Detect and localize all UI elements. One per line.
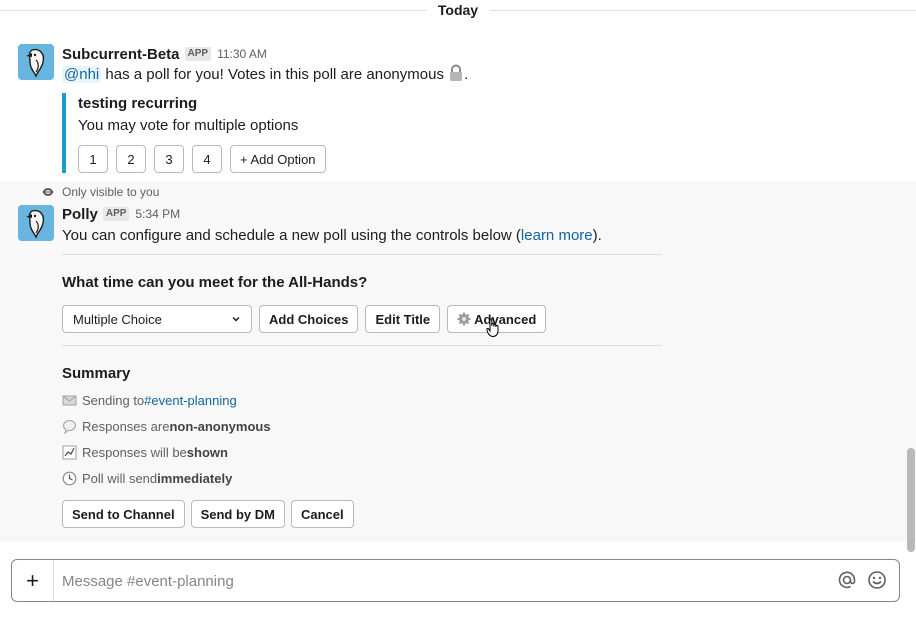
message-subcurrent-beta: Subcurrent-Beta APP 11:30 AM @nhi has a … xyxy=(0,44,916,176)
advanced-button[interactable]: Advanced xyxy=(447,305,547,333)
message-body-end: ). xyxy=(592,227,602,244)
app-badge: APP xyxy=(102,207,130,221)
summary-send-prefix: Poll will send xyxy=(82,471,158,486)
day-divider: Today xyxy=(0,0,916,22)
summary-responses-value: non-anonymous xyxy=(169,419,271,434)
eye-icon xyxy=(42,188,54,196)
speech-bubble-icon xyxy=(63,420,76,434)
cancel-button[interactable]: Cancel xyxy=(290,500,354,528)
add-option-label: + Add Option xyxy=(240,151,316,167)
message-header: Subcurrent-Beta APP 11:30 AM xyxy=(62,44,267,64)
lock-icon xyxy=(450,64,463,81)
vote-option-4-button[interactable]: 4 xyxy=(192,145,222,173)
user-mention[interactable]: @nhi xyxy=(62,66,102,83)
message-body: has a poll for you! Votes in this poll a… xyxy=(101,66,449,83)
timestamp[interactable]: 11:30 AM xyxy=(217,47,267,61)
advanced-label: Advanced xyxy=(474,311,537,327)
scrollbar[interactable] xyxy=(907,448,915,552)
poll-question: What time can you meet for the All-Hands… xyxy=(62,274,368,291)
summary-responses: Responses are non-anonymous xyxy=(62,419,271,434)
vote-option-3-button[interactable]: 3 xyxy=(154,145,184,173)
poll-actions: Send to Channel Send by DM Cancel xyxy=(62,500,354,528)
day-divider-label: Today xyxy=(425,0,491,20)
message-text: @nhi has a poll for you! Votes in this p… xyxy=(62,64,468,86)
poll-options: 1 2 3 4 + Add Option xyxy=(78,145,326,173)
poll-type-value: Multiple Choice xyxy=(73,311,162,327)
message-body: You can configure and schedule a new pol… xyxy=(62,227,521,244)
summary-shown-value: shown xyxy=(186,445,228,460)
summary-sending-prefix: Sending to xyxy=(82,393,145,408)
gear-icon xyxy=(457,312,471,326)
clock-icon xyxy=(62,471,77,486)
summary-send-time: Poll will send immediately xyxy=(62,471,232,486)
summary-shown: Responses will be shown xyxy=(62,445,228,460)
send-to-channel-button[interactable]: Send to Channel xyxy=(62,500,185,528)
visibility-note: Only visible to you xyxy=(42,185,159,199)
send-by-dm-button[interactable]: Send by DM xyxy=(190,500,285,528)
poll-attachment: testing recurring You may vote for multi… xyxy=(62,93,326,173)
summary-title: Summary xyxy=(62,365,131,382)
summary-responses-prefix: Responses are xyxy=(82,419,170,434)
attach-plus-button[interactable]: + xyxy=(12,560,54,601)
message-header: Polly APP 5:34 PM xyxy=(62,204,180,224)
ephemeral-message-polly: Only visible to you Polly APP 5:34 PM Yo… xyxy=(0,181,916,542)
divider xyxy=(62,254,662,255)
add-choices-button[interactable]: Add Choices xyxy=(259,305,359,333)
chevron-down-icon xyxy=(232,316,240,322)
summary-sending: Sending to #event-planning xyxy=(62,393,237,408)
emoji-icon[interactable] xyxy=(867,570,887,590)
sender-name[interactable]: Subcurrent-Beta xyxy=(62,46,180,63)
add-option-button[interactable]: + Add Option xyxy=(230,145,326,173)
app-badge: APP xyxy=(184,47,212,61)
message-body-end: . xyxy=(464,66,469,83)
bird-icon xyxy=(18,205,54,241)
channel-link[interactable]: #event-planning xyxy=(144,393,237,408)
bird-icon xyxy=(18,44,54,80)
sender-name[interactable]: Polly xyxy=(62,206,98,223)
vote-option-2-button[interactable]: 2 xyxy=(116,145,146,173)
summary-send-value: immediately xyxy=(157,471,233,486)
message-text: You can configure and schedule a new pol… xyxy=(62,225,602,247)
envelope-icon xyxy=(62,395,77,406)
edit-title-button[interactable]: Edit Title xyxy=(365,305,441,333)
divider xyxy=(62,345,662,346)
poll-controls: Multiple Choice Add Choices Edit Title A… xyxy=(62,305,547,333)
visibility-note-text: Only visible to you xyxy=(62,185,160,199)
poll-subtitle: You may vote for multiple options xyxy=(78,117,299,134)
mention-at-icon[interactable] xyxy=(837,570,857,590)
avatar[interactable] xyxy=(18,44,54,80)
vote-option-1-button[interactable]: 1 xyxy=(78,145,108,173)
timestamp[interactable]: 5:34 PM xyxy=(135,207,180,221)
summary-shown-prefix: Responses will be xyxy=(82,445,187,460)
learn-more-link[interactable]: learn more xyxy=(521,227,593,244)
poll-title: testing recurring xyxy=(78,95,198,112)
message-input[interactable] xyxy=(62,570,822,592)
avatar[interactable] xyxy=(18,205,54,241)
message-composer: + xyxy=(11,559,900,602)
chart-icon xyxy=(62,445,77,460)
poll-type-select[interactable]: Multiple Choice xyxy=(62,305,252,333)
